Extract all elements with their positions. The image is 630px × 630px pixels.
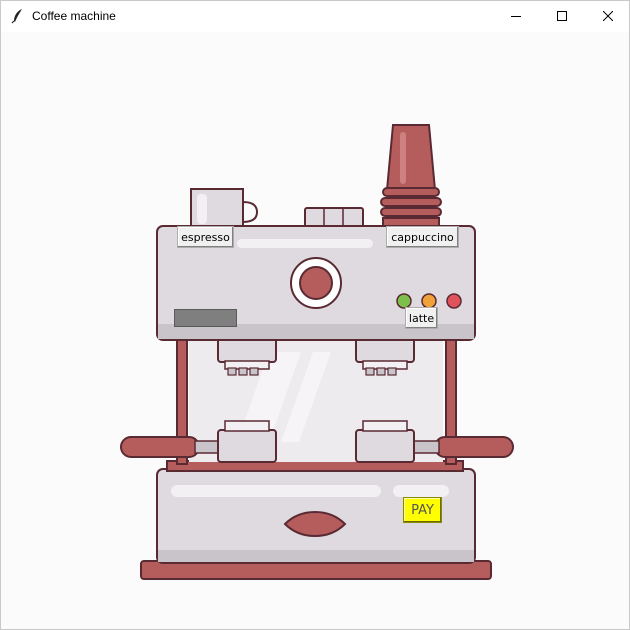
left-group-head [217, 337, 277, 363]
indicator-light-orange [421, 293, 437, 309]
pay-button[interactable]: PAY [403, 497, 442, 523]
feather-icon [11, 9, 22, 24]
espresso-button[interactable]: espresso [177, 226, 234, 248]
maximize-button[interactable] [539, 1, 585, 31]
title-bar: Coffee machine [1, 1, 629, 31]
right-group-head [355, 337, 415, 363]
close-button[interactable] [585, 1, 629, 31]
minimize-button[interactable] [493, 1, 539, 31]
indicator-light-red [446, 293, 462, 309]
latte-button[interactable]: latte [405, 307, 438, 329]
left-handle [120, 436, 200, 458]
right-handle [434, 436, 514, 458]
close-icon [603, 11, 613, 21]
cappuccino-button[interactable]: cappuccino [386, 226, 459, 248]
coffee-machine-illustration [120, 124, 514, 580]
indicator-light-green [396, 293, 412, 309]
machine-canvas: espresso cappuccino latte PAY [1, 32, 629, 629]
window-title: Coffee machine [32, 9, 116, 23]
minimize-icon [511, 16, 521, 17]
app-window: Coffee machine espresso cappuccino latte… [0, 0, 630, 630]
right-portafilter [355, 429, 415, 463]
left-portafilter [217, 429, 277, 463]
stacked-cups [385, 124, 437, 191]
maximize-icon [557, 11, 567, 21]
payment-display [174, 309, 237, 327]
